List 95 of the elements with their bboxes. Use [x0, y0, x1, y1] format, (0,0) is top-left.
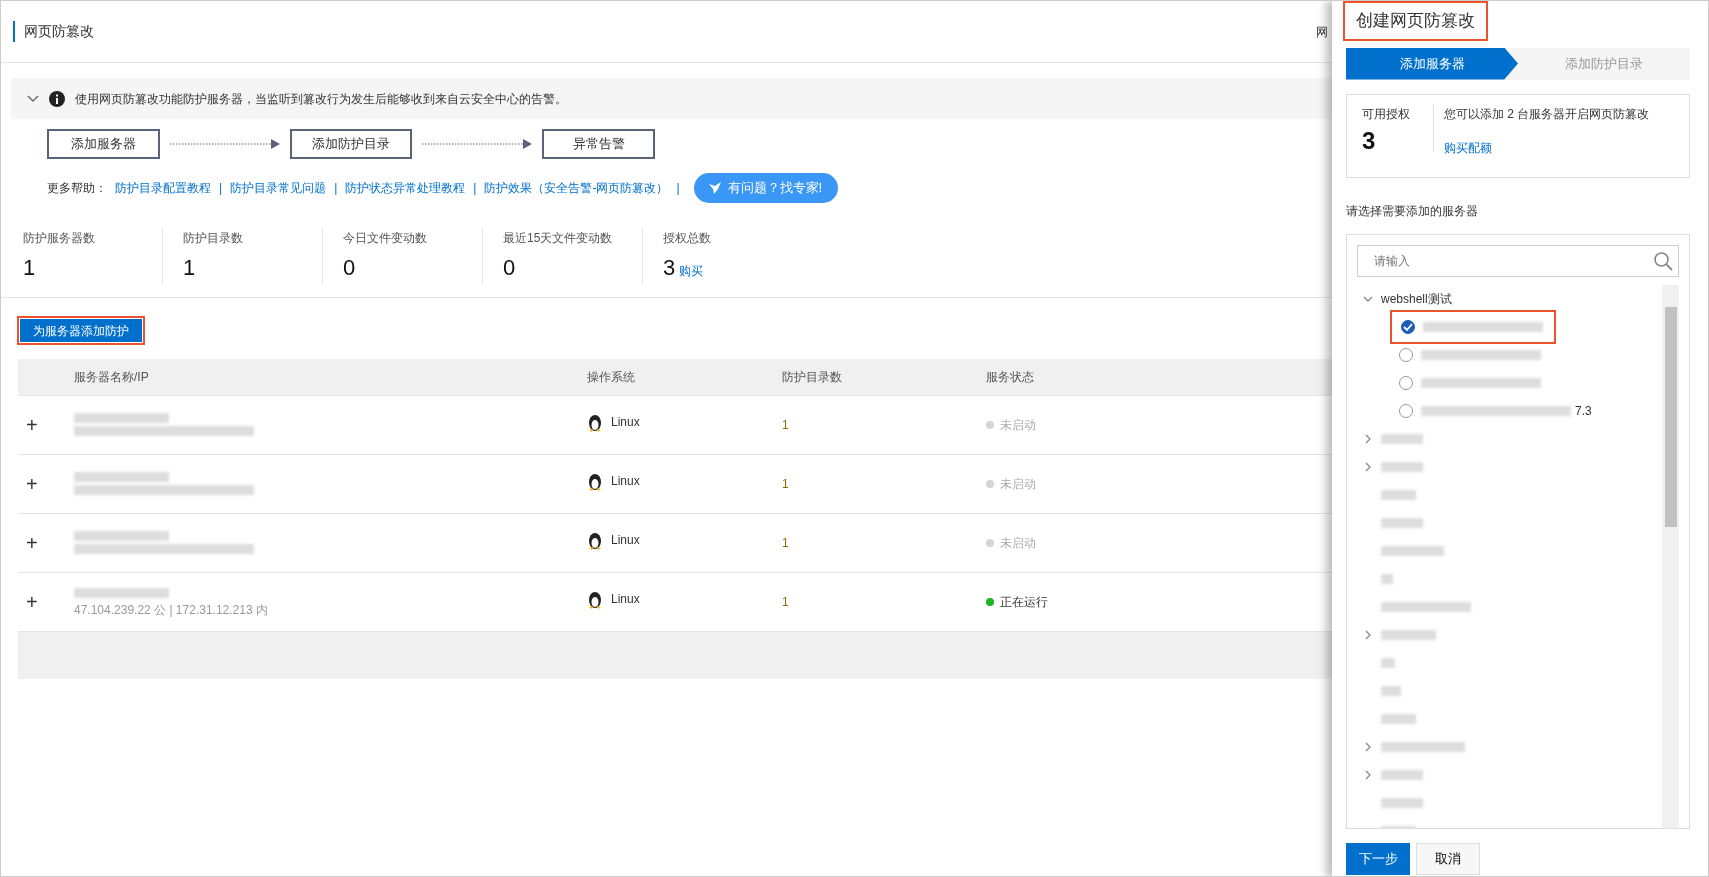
cancel-button[interactable]: 取消	[1416, 842, 1480, 875]
scrollbar-thumb[interactable]	[1664, 306, 1677, 527]
column-header: 操作系统	[587, 369, 635, 384]
quota-label: 可用授权	[1362, 105, 1411, 123]
stat-label: 最近15天文件变动数	[503, 230, 614, 247]
help-link[interactable]: 防护状态异常处理教程	[345, 179, 466, 197]
chevron-icon[interactable]	[27, 94, 39, 103]
flow-step: 添加防护目录	[290, 129, 412, 159]
flow-step: 添加服务器	[47, 129, 160, 159]
chevron-icon[interactable]	[1363, 741, 1373, 752]
stat-label: 防护目录数	[183, 230, 244, 247]
tree-group-label[interactable]: webshell测试	[1381, 289, 1452, 308]
dir-count: 1	[782, 594, 789, 609]
blurred-text	[1381, 489, 1416, 500]
separator-text: |	[334, 180, 338, 197]
status-text: 未启动	[1000, 534, 1036, 552]
arrow-icon	[422, 139, 532, 149]
stat-value: 0	[503, 255, 516, 280]
status-text: 未启动	[1000, 475, 1036, 493]
step-tab[interactable]: 添加防护目录	[1518, 47, 1690, 80]
status-text: 正在运行	[1000, 593, 1048, 611]
expand-toggle[interactable]: +	[26, 472, 38, 495]
dir-count: 1	[782, 417, 789, 432]
radio-button[interactable]	[1401, 319, 1415, 334]
select-label: 请选择需要添加的服务器	[1346, 202, 1479, 220]
separator-text: |	[473, 180, 477, 197]
separator-text: |	[219, 180, 223, 197]
os-text: Linux	[611, 473, 640, 490]
check-icon	[1403, 321, 1413, 332]
stat-value: 1	[23, 255, 36, 280]
os-text: Linux	[611, 532, 640, 549]
stat-label: 授权总数	[663, 230, 712, 247]
os-text: Linux	[611, 591, 640, 608]
column-header: 防护目录数	[782, 369, 842, 384]
radio-button[interactable]	[1399, 403, 1413, 418]
stat-value: 1	[183, 255, 196, 280]
column-header: 服务状态	[986, 369, 1034, 384]
server-name-suffix: 7.3	[1575, 402, 1592, 420]
status-text: 未启动	[1000, 416, 1036, 434]
chevron-icon[interactable]	[1363, 769, 1373, 780]
arrow-icon	[170, 139, 280, 149]
header-text: 网	[1316, 23, 1328, 41]
notice-text: 使用网页防篡改功能防护服务器，当监听到篡改行为发生后能够收到来自云安全中心的告警。	[75, 90, 567, 108]
blurred-text	[1381, 797, 1423, 808]
stat-value: 0	[343, 255, 356, 280]
search-icon	[1653, 250, 1673, 271]
expand-toggle[interactable]: +	[26, 413, 38, 436]
next-button[interactable]: 下一步	[1346, 842, 1410, 875]
bird-icon	[707, 181, 722, 195]
help-link[interactable]: 防护目录常见问题	[230, 179, 327, 197]
stat-label: 防护服务器数	[23, 230, 96, 247]
help-label: 更多帮助：	[47, 180, 107, 197]
blurred-text	[1381, 461, 1423, 472]
stat-label: 今日文件变动数	[343, 230, 428, 247]
buy-link[interactable]: 购买	[679, 264, 704, 278]
chevron-icon[interactable]	[1363, 461, 1373, 472]
separator-text: |	[676, 180, 680, 197]
quota-value: 3	[1362, 125, 1377, 156]
chevron-icon[interactable]	[1363, 629, 1373, 640]
dir-count: 1	[782, 476, 789, 491]
drawer-title: 创建网页防篡改	[1346, 4, 1485, 38]
blurred-text	[1381, 685, 1401, 696]
penguin-icon	[587, 412, 603, 432]
buy-quota-link[interactable]: 购买配额	[1444, 138, 1492, 157]
penguin-icon	[587, 589, 603, 609]
expand-toggle[interactable]: +	[26, 590, 38, 613]
blurred-text	[1381, 657, 1395, 668]
help-link[interactable]: 防护目录配置教程	[115, 179, 211, 197]
penguin-icon	[587, 530, 603, 550]
blurred-text	[1381, 769, 1423, 780]
column-header: 服务器名称/IP	[74, 369, 149, 384]
step-tab[interactable]: 添加服务器	[1346, 47, 1518, 80]
expert-button[interactable]: 有问题？找专家!	[693, 173, 839, 203]
blurred-text	[1381, 517, 1423, 528]
help-link[interactable]: 防护效果（安全告警-网页防篡改）	[484, 179, 669, 197]
quota-message: 您可以添加 2 台服务器开启网页防篡改	[1444, 105, 1650, 123]
stat-value: 3	[663, 255, 676, 280]
add-protection-button[interactable]: 为服务器添加防护	[17, 316, 145, 345]
dir-count: 1	[782, 535, 789, 550]
expand-toggle[interactable]: +	[26, 531, 38, 554]
page-title: 网页防篡改	[13, 21, 94, 42]
blurred-text	[1381, 629, 1436, 640]
blurred-text	[1381, 573, 1393, 584]
search-field[interactable]: 请输入	[1357, 244, 1679, 277]
radio-button[interactable]	[1399, 347, 1413, 362]
os-text: Linux	[611, 414, 640, 431]
blurred-text	[1381, 545, 1444, 556]
chevron-icon[interactable]	[1363, 433, 1373, 444]
blurred-text	[1381, 433, 1423, 444]
radio-button[interactable]	[1399, 375, 1413, 390]
info-icon	[49, 90, 65, 107]
blurred-text	[1381, 713, 1416, 724]
penguin-icon	[587, 471, 603, 491]
flow-step: 异常告警	[542, 129, 655, 159]
server-ip: 47.104.239.22 公 | 172.31.12.213 内	[74, 602, 268, 617]
